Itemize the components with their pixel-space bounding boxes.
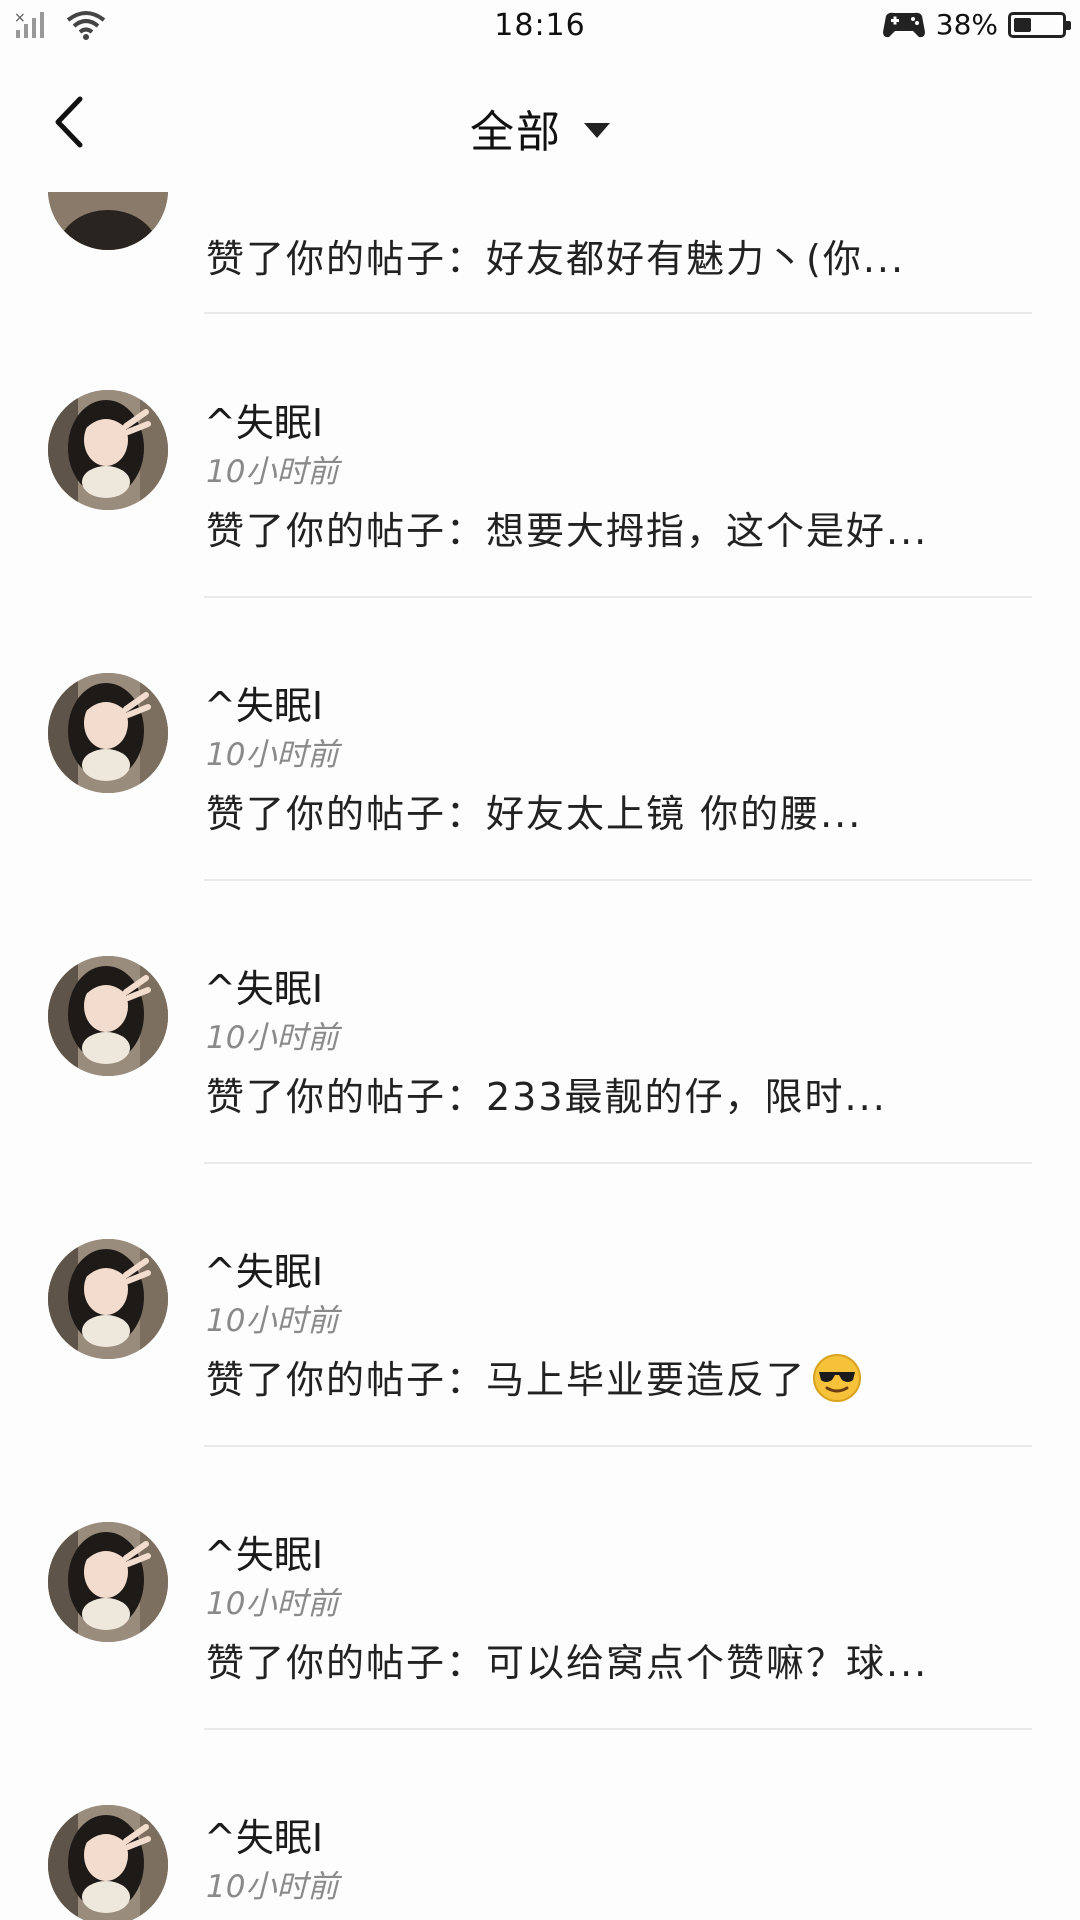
avatar[interactable] (48, 956, 168, 1076)
status-bar: × 18:16 38% (0, 0, 1080, 52)
timestamp: 10小时前 (206, 1586, 339, 1622)
avatar[interactable] (48, 1522, 168, 1642)
nav-bar: 全部 (0, 52, 1080, 192)
message-text: 赞了你的帖子：可以给窝点个赞嘛？球... (206, 1641, 929, 1685)
sunglasses-emoji-icon (813, 1354, 862, 1402)
username[interactable]: ^失眠I (204, 1241, 323, 1296)
notification-message: 赞了你的帖子：马上毕业要造反了 (206, 1349, 862, 1404)
battery-fill (1014, 17, 1031, 32)
notification-message: 赞了你的帖子：233最靓的仔，限时... (206, 1066, 887, 1121)
list-item[interactable]: ^失眠I 10小时前赞了你的帖子：想要大拇指，这个是好... (0, 314, 1080, 598)
username[interactable]: ^失眠I (204, 675, 323, 730)
list-item[interactable]: ^失眠I 10小时前赞了你的帖子：马上毕业要造反了 (0, 1163, 1080, 1447)
battery-icon (1008, 11, 1071, 38)
message-text: 赞了你的帖子：好友太上镜 你的腰... (206, 792, 863, 836)
message-text: 赞了你的帖子：想要大拇指，这个是好... (206, 509, 929, 553)
avatar[interactable] (48, 673, 168, 793)
list-item[interactable]: ^失眠I 10小时前赞了你的帖子：可以给窝点个赞嘛？球... (0, 1446, 1080, 1730)
list-item[interactable]: ^失眠I 10小时前赞了你的帖子：好友太上镜 你的腰... (0, 597, 1080, 881)
caret-down-icon (584, 122, 610, 138)
timestamp: 10小时前 (206, 1020, 339, 1056)
notification-list[interactable]: 赞了你的帖子：好友都好有魅力丶(你... ^失眠I 10小时前 赞了你的帖子：想要大… (0, 192, 1080, 1920)
timestamp: 10小时前 (206, 1869, 339, 1905)
notification-message: 赞了你的帖子：想要大拇指，这个是好... (206, 500, 928, 555)
notification-message: 赞了你的帖子：可以给窝点个赞嘛？球... (206, 1632, 928, 1687)
timestamp: 10小时前 (206, 454, 339, 490)
list-item-partial[interactable]: 赞了你的帖子：好友都好有魅力丶(你... (0, 192, 1080, 314)
avatar[interactable] (48, 390, 168, 510)
timestamp: 10小时前 (206, 737, 339, 773)
notification-message: 赞了你的帖子：好友太上镜 你的腰... (206, 783, 862, 838)
message-text: 赞了你的帖子：233最靓的仔，限时... (206, 1075, 887, 1119)
username[interactable]: ^失眠I (204, 392, 323, 447)
message-text: 赞了你的帖子：马上毕业要造反了 (206, 1358, 807, 1402)
avatar[interactable] (48, 192, 168, 250)
gamepad-icon (882, 12, 925, 37)
avatar[interactable] (48, 1805, 168, 1920)
username[interactable]: ^失眠I (204, 1524, 323, 1579)
battery-percent: 38% (935, 8, 998, 41)
timestamp: 10小时前 (206, 1303, 339, 1339)
username[interactable]: ^失眠I (204, 958, 323, 1013)
list-item[interactable]: ^失眠I 10小时前 (0, 1729, 1080, 1920)
list-item[interactable]: ^失眠I 10小时前赞了你的帖子：233最靓的仔，限时... (0, 880, 1080, 1164)
username[interactable]: ^失眠I (204, 1807, 323, 1862)
filter-dropdown[interactable]: 全部 (0, 96, 1080, 160)
avatar[interactable] (48, 1239, 168, 1359)
notification-message: 赞了你的帖子：好友都好有魅力丶(你... (206, 237, 906, 281)
status-right: 38% (882, 8, 1071, 41)
page-title: 全部 (470, 107, 562, 158)
